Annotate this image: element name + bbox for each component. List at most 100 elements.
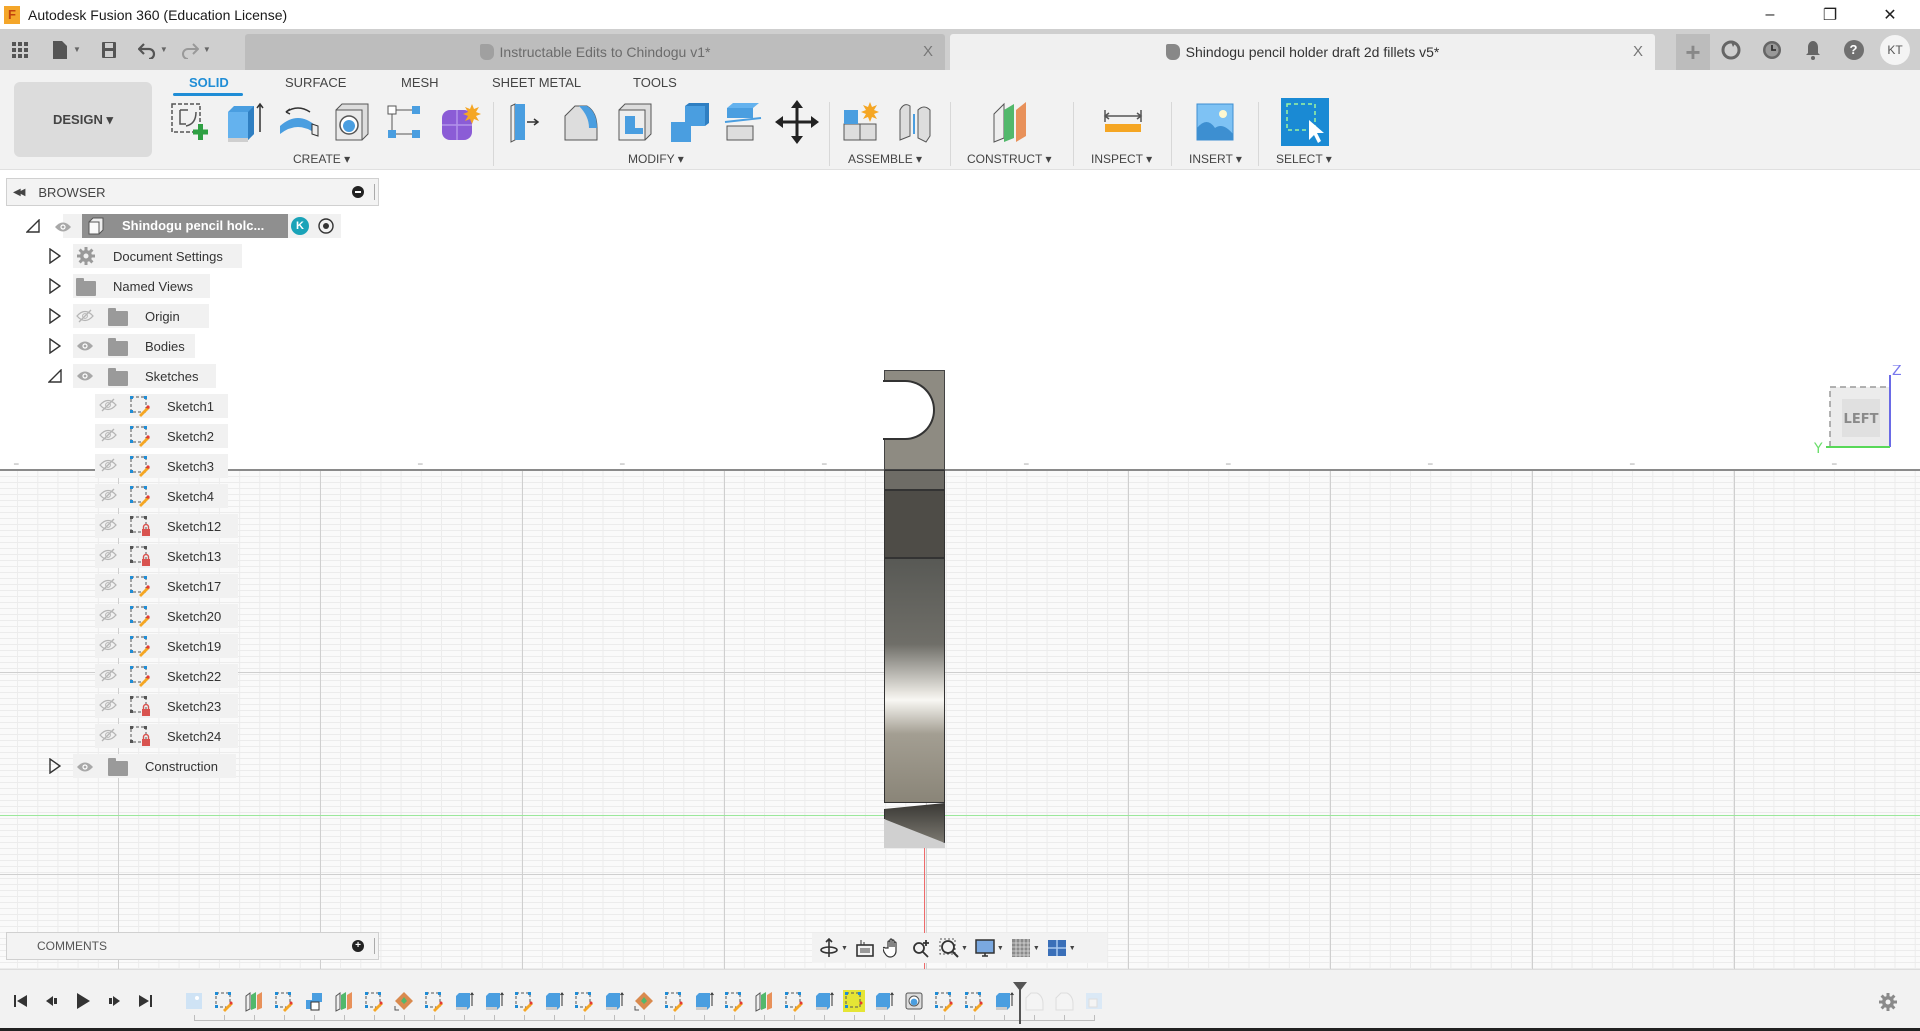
step-forward-icon[interactable]	[105, 992, 123, 1010]
file-menu-caret-icon[interactable]: ▼	[73, 45, 81, 54]
expand-triangle-icon[interactable]	[49, 337, 62, 359]
timeline-feature-fillet-suppressed-icon[interactable]	[1023, 990, 1045, 1012]
play-icon[interactable]	[74, 992, 92, 1010]
minimize-panel-icon[interactable]	[352, 186, 364, 198]
hole-icon[interactable]	[330, 100, 374, 144]
pattern-icon[interactable]	[384, 100, 428, 144]
shell-icon[interactable]	[613, 100, 657, 144]
file-menu-icon[interactable]	[48, 38, 72, 62]
visibility-eye-off-icon[interactable]	[99, 728, 117, 747]
restore-button[interactable]: ❐	[1800, 0, 1860, 29]
measure-icon[interactable]	[1101, 100, 1145, 144]
offset-plane-icon[interactable]	[990, 100, 1034, 144]
notifications-icon[interactable]	[1792, 40, 1833, 60]
redo-caret-icon[interactable]: ▼	[203, 45, 211, 54]
timeline-feature-sketch-icon[interactable]	[423, 990, 445, 1012]
joint-icon[interactable]	[894, 100, 938, 144]
sketch-item[interactable]: Sketch22	[0, 663, 380, 689]
browser-item-document-settings[interactable]: Document Settings	[0, 243, 380, 269]
visibility-eye-off-icon[interactable]	[99, 668, 117, 687]
timeline-feature-plane-icon[interactable]	[243, 990, 265, 1012]
tab-mesh[interactable]: MESH	[401, 75, 439, 90]
undo-caret-icon[interactable]: ▼	[160, 45, 168, 54]
pan-hand-icon[interactable]	[882, 937, 904, 959]
fillet-icon[interactable]	[559, 100, 603, 144]
sketch-item[interactable]: Sketch4	[0, 483, 380, 509]
collapse-panel-icon[interactable]: ◀◀	[13, 187, 26, 198]
visibility-eye-off-icon[interactable]	[99, 398, 117, 417]
viewports-caret-icon[interactable]: ▼	[1069, 945, 1076, 952]
timeline-feature-sketch-icon[interactable]	[963, 990, 985, 1012]
sketch-item[interactable]: Sketch13	[0, 543, 380, 569]
tab-tools[interactable]: TOOLS	[633, 75, 677, 90]
inspect-group-label[interactable]: INSPECT ▾	[1091, 152, 1152, 166]
timeline-feature-extrude-icon[interactable]	[543, 990, 565, 1012]
revolve-icon[interactable]	[276, 100, 320, 144]
timeline-feature-hole-icon[interactable]	[903, 990, 925, 1012]
timeline-feature-extrude-icon[interactable]	[693, 990, 715, 1012]
undo-icon[interactable]	[135, 38, 159, 62]
comments-panel[interactable]: COMMENTS +	[6, 932, 379, 960]
create-form-icon[interactable]	[438, 100, 482, 144]
visibility-eye-icon[interactable]	[76, 369, 94, 387]
insert-group-label[interactable]: INSERT ▾	[1189, 152, 1242, 166]
modify-group-label[interactable]: MODIFY ▾	[628, 152, 684, 166]
timeline-feature-sketch-icon[interactable]	[363, 990, 385, 1012]
timeline-feature-sketch-selected-icon[interactable]	[843, 990, 865, 1012]
timeline-feature-extrude-icon[interactable]	[813, 990, 835, 1012]
viewcube[interactable]: LEFT Z Y	[1812, 365, 1912, 465]
visibility-eye-icon[interactable]	[76, 760, 94, 778]
timeline-feature-sketch-icon[interactable]	[513, 990, 535, 1012]
close-tab-icon[interactable]: X	[1633, 43, 1643, 60]
assemble-group-label[interactable]: ASSEMBLE ▾	[848, 152, 922, 166]
extensions-icon[interactable]	[1710, 40, 1751, 60]
sketch-item[interactable]: Sketch3	[0, 453, 380, 479]
visibility-eye-icon[interactable]	[76, 339, 94, 357]
visibility-eye-off-icon[interactable]	[99, 638, 117, 657]
timeline-feature-extrude-icon[interactable]	[603, 990, 625, 1012]
combine-icon[interactable]	[667, 100, 711, 144]
press-pull-icon[interactable]	[505, 100, 549, 144]
panel-resize-grip[interactable]	[374, 938, 376, 954]
visibility-eye-off-icon[interactable]	[99, 428, 117, 447]
sketch-item[interactable]: Sketch2	[0, 423, 380, 449]
timeline-settings-gear-icon[interactable]	[1878, 992, 1898, 1012]
split-body-icon[interactable]	[721, 100, 765, 144]
tab-sheet-metal[interactable]: SHEET METAL	[492, 75, 581, 90]
user-avatar[interactable]: KT	[1880, 34, 1910, 65]
orbit-icon[interactable]	[818, 937, 840, 959]
close-window-button[interactable]: ✕	[1860, 0, 1920, 29]
visibility-eye-off-icon[interactable]	[99, 518, 117, 537]
create-sketch-icon[interactable]	[168, 100, 212, 144]
add-comment-icon[interactable]: +	[352, 940, 364, 952]
job-status-icon[interactable]	[1751, 40, 1792, 60]
viewports-icon[interactable]	[1046, 937, 1068, 959]
timeline-feature-extrude-icon[interactable]	[993, 990, 1015, 1012]
tab-surface[interactable]: SURFACE	[285, 75, 346, 90]
visibility-eye-off-icon[interactable]	[99, 548, 117, 567]
browser-item-construction[interactable]: Construction	[0, 753, 380, 779]
sketch-item[interactable]: Sketch24	[0, 723, 380, 749]
collapse-triangle-icon[interactable]	[25, 218, 40, 238]
visibility-eye-off-icon[interactable]	[99, 608, 117, 627]
new-component-icon[interactable]	[840, 100, 884, 144]
browser-item-origin[interactable]: Origin	[0, 303, 380, 329]
timeline-feature-sketch-icon[interactable]	[663, 990, 685, 1012]
help-icon[interactable]: ?	[1833, 39, 1874, 60]
visibility-eye-off-icon[interactable]	[99, 698, 117, 717]
timeline-feature-sketch-icon[interactable]	[573, 990, 595, 1012]
visibility-eye-icon[interactable]	[54, 220, 72, 238]
sketch-item[interactable]: Sketch1	[0, 393, 380, 419]
construct-group-label[interactable]: CONSTRUCT ▾	[967, 152, 1051, 166]
pencil-holder-body[interactable]	[883, 370, 945, 848]
data-panel-grid-icon[interactable]	[8, 38, 32, 62]
step-back-icon[interactable]	[43, 992, 61, 1010]
timeline-feature-sketch-icon[interactable]	[273, 990, 295, 1012]
fit-zoom-icon[interactable]	[938, 937, 960, 959]
insert-image-icon[interactable]	[1193, 100, 1237, 144]
select-group-label[interactable]: SELECT ▾	[1276, 152, 1332, 166]
fit-caret-icon[interactable]: ▼	[961, 945, 968, 952]
timeline-feature-extrude-icon[interactable]	[483, 990, 505, 1012]
browser-root-component[interactable]: Shindogu pencil holc... K	[0, 213, 380, 239]
sketch-item[interactable]: Sketch19	[0, 633, 380, 659]
